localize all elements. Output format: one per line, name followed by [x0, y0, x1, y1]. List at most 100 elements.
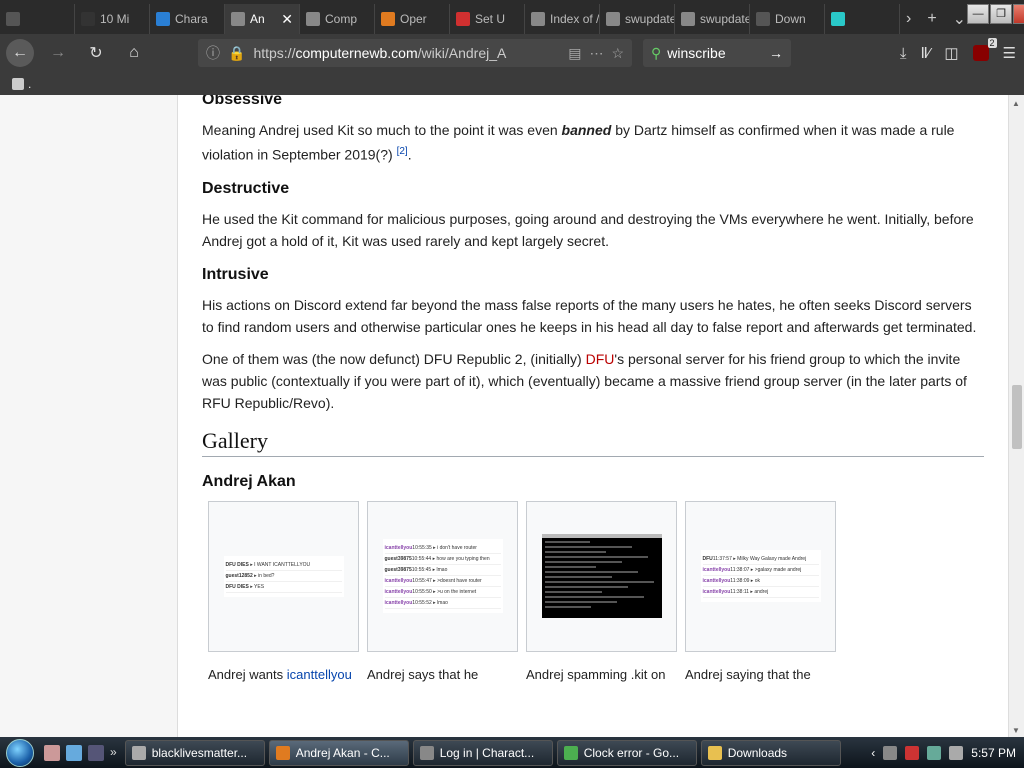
clock[interactable]: 5:57 PM	[971, 746, 1016, 760]
quicklaunch-app-icon-2[interactable]	[66, 744, 82, 761]
network-icon[interactable]	[927, 745, 942, 760]
chat-user: guest12852	[225, 572, 253, 579]
bookmarks-bar: .	[0, 72, 1024, 95]
tab-favicon-icon	[306, 12, 320, 26]
chat-user: icanttellyou	[702, 567, 731, 574]
volume-icon[interactable]	[949, 745, 964, 760]
reload-button[interactable]: ↻	[82, 39, 110, 67]
gallery-thumbnail[interactable]: DFU DIES ▸ I WANT ICANTTELLYOU guest12852…	[208, 500, 359, 652]
reader-view-icon[interactable]: ▤	[568, 45, 581, 62]
ublock-icon[interactable]: 2	[972, 38, 997, 61]
tab[interactable]: Chara	[150, 4, 225, 34]
chat-time: 10:55:52	[412, 600, 432, 607]
caption-text: Andrej saying that the	[685, 666, 811, 682]
search-bar[interactable]: ⚲ winscribe →	[643, 39, 791, 67]
terminal-line	[544, 601, 618, 604]
taskbar-button[interactable]: Log in | Charact...	[412, 739, 553, 766]
library-icon[interactable]: Ⅱ⁄	[920, 44, 930, 62]
page-content: Obsessive Meaning Andrej used Kit so muc…	[0, 95, 1024, 737]
tab[interactable]: Oper	[375, 4, 450, 34]
scroll-down-icon[interactable]: ▼	[1012, 726, 1020, 735]
minimize-button[interactable]: —	[967, 4, 990, 24]
tray-icon-1[interactable]	[883, 745, 898, 760]
tab-favicon-icon	[681, 12, 695, 26]
gallery-item: DFU DIES ▸ I WANT ICANTTELLYOU guest12852…	[208, 500, 359, 684]
terminal-screenshot	[541, 534, 662, 619]
chat-time: 10:55:50	[412, 589, 432, 596]
menu-icon[interactable]: ☰	[1003, 44, 1016, 62]
bookmark-item[interactable]: .	[28, 77, 31, 91]
taskbar-button[interactable]: Clock error - Go...	[556, 739, 697, 766]
quicklaunch-app-icon-3[interactable]	[88, 744, 104, 761]
start-button[interactable]	[0, 737, 40, 768]
downloads-icon[interactable]: ⤓	[900, 45, 907, 62]
taskbar-button-label: Clock error - Go...	[583, 745, 680, 760]
page-actions-icon[interactable]: ⋯	[589, 45, 603, 62]
tab[interactable]: An ✕	[225, 4, 300, 34]
close-window-button[interactable]: ✕	[1013, 4, 1024, 24]
search-input[interactable]: winscribe	[667, 45, 725, 61]
forward-button[interactable]: →	[44, 39, 72, 67]
gallery-caption: Andrej says that he	[367, 666, 518, 684]
tab[interactable]: 10 Mi	[75, 4, 150, 34]
taskbar-button[interactable]: blacklivesmatter...	[124, 739, 265, 766]
taskbar-button[interactable]: Andrej Akan - C...	[268, 739, 409, 766]
terminal-line	[544, 556, 649, 559]
chat-user: DFU	[702, 556, 713, 563]
home-button[interactable]: ⌂	[120, 39, 148, 67]
tab[interactable]	[0, 4, 75, 34]
terminal-line	[544, 551, 607, 554]
tab-label: Chara	[175, 12, 208, 26]
tab-label: Comp	[325, 12, 358, 26]
gallery-thumbnail[interactable]: icanttellyou10:55:35 ▸ i don't have rout…	[367, 500, 518, 652]
scroll-up-icon[interactable]: ▲	[1012, 99, 1020, 108]
reference-link[interactable]: [2]	[397, 146, 408, 157]
tab[interactable]: Index of /	[525, 4, 600, 34]
back-arrow-icon: ←	[12, 44, 28, 61]
gallery-item: icanttellyou10:55:35 ▸ i don't have rout…	[367, 500, 518, 684]
bookmark-favicon-icon[interactable]	[12, 77, 24, 90]
tab[interactable]: Comp	[300, 4, 375, 34]
chevron-down-icon[interactable]: ⌄	[953, 9, 966, 29]
chat-time: 11:38:11	[730, 589, 750, 596]
gallery-thumbnail[interactable]: DFU11:37:57 ▸ Milky Way Galaxy made Andr…	[685, 500, 836, 652]
tray-expand-icon[interactable]: ‹	[871, 746, 875, 760]
chat-message: >u on the internet	[437, 589, 477, 596]
tab[interactable]: Down	[750, 4, 825, 34]
caption-link[interactable]: icanttellyou	[287, 667, 352, 682]
new-tab-icon[interactable]: +	[927, 10, 936, 28]
system-tray: ‹ 5:57 PM	[871, 745, 1024, 760]
chat-user: icanttellyou	[384, 545, 413, 552]
tray-icon-2[interactable]	[905, 745, 920, 760]
quicklaunch-more-icon[interactable]: »	[110, 745, 117, 761]
terminal-line	[544, 586, 628, 589]
tab[interactable]	[825, 4, 900, 34]
restore-button[interactable]: ❐	[990, 4, 1013, 24]
tab[interactable]: swupdate	[600, 4, 675, 34]
url-bar[interactable]: ⓘ 🔒 https://computernewb.com/wiki/Andrej…	[198, 39, 632, 67]
info-icon[interactable]: ⓘ	[206, 43, 220, 63]
tab[interactable]: swupdate	[675, 4, 750, 34]
gallery-thumbnail[interactable]	[526, 500, 677, 652]
intrusive2-text-1: One of them was (the now defunct) DFU Re…	[202, 350, 586, 367]
scrollbar-thumb[interactable]	[1012, 385, 1022, 449]
search-icon: ⚲	[651, 44, 662, 61]
sidebar-icon[interactable]: ◫	[944, 44, 958, 62]
close-tab-icon[interactable]: ✕	[281, 11, 293, 28]
chat-message: >galaxy made andrej	[754, 567, 802, 574]
taskbar-button[interactable]: Downloads	[700, 739, 841, 766]
dfu-link[interactable]: DFU	[586, 351, 615, 367]
back-button[interactable]: ←	[6, 39, 34, 67]
quicklaunch-app-icon[interactable]	[44, 744, 60, 761]
tab-favicon-icon	[606, 12, 620, 26]
url-text[interactable]: https://computernewb.com/wiki/Andrej_A	[253, 45, 543, 61]
tab-label: swupdate	[700, 12, 750, 26]
lock-icon: 🔒	[228, 44, 246, 61]
bookmark-star-icon[interactable]: ☆	[611, 45, 624, 62]
taskbar-app-icon	[707, 745, 722, 760]
chevron-right-icon[interactable]: ›	[906, 10, 911, 28]
search-go-icon[interactable]: →	[769, 45, 783, 61]
scrollbar[interactable]: ▲ ▼	[1008, 95, 1024, 737]
tab[interactable]: Set U	[450, 4, 525, 34]
chat-time: 11:37:57	[712, 556, 732, 563]
